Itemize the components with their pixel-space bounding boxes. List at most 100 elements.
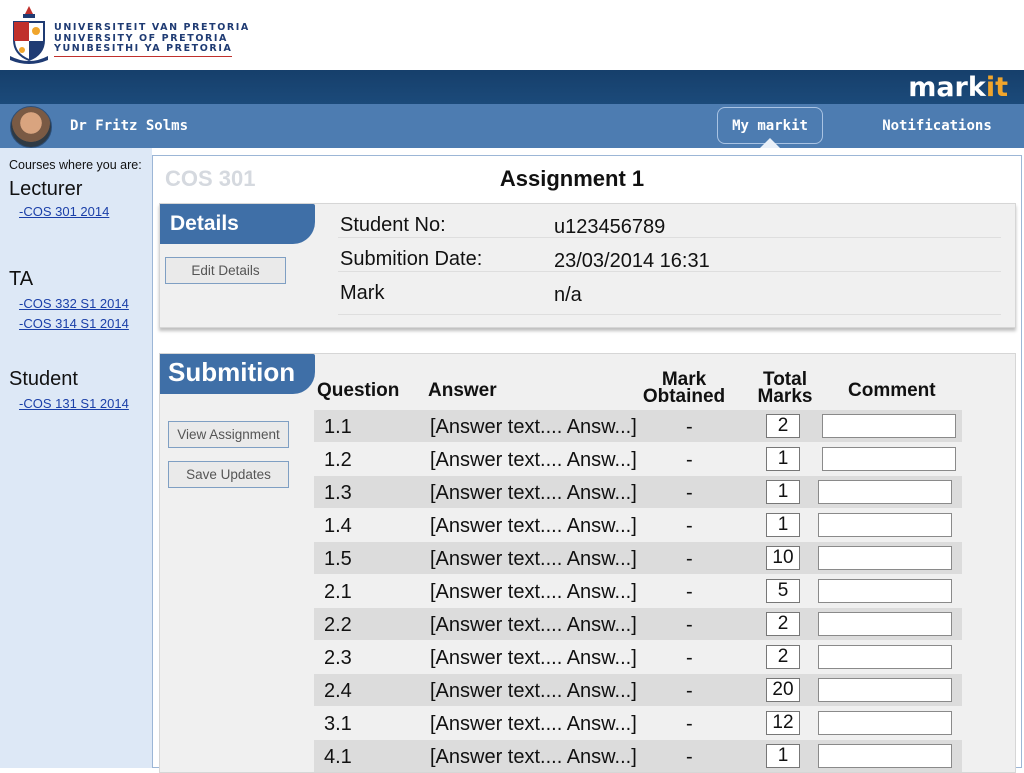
question-number: 2.4 xyxy=(324,680,352,702)
total-marks-field[interactable]: 1 xyxy=(766,480,800,504)
course-link-cos131[interactable]: -COS 131 S1 2014 xyxy=(19,396,129,411)
column-header-total-marks: Total Marks xyxy=(750,370,820,407)
mark-obtained: - xyxy=(686,581,693,603)
question-number: 2.3 xyxy=(324,647,352,669)
table-row: 2.3 [Answer text.... Answ...] - 2 xyxy=(314,641,962,673)
answer-text[interactable]: [Answer text.... Answ...] xyxy=(430,680,637,703)
mark-obtained: - xyxy=(686,482,693,504)
question-number: 4.1 xyxy=(324,746,352,768)
mark-obtained: - xyxy=(686,647,693,669)
submission-panel: Submition View Assignment Save Updates Q… xyxy=(159,353,1016,773)
table-row: 1.5 [Answer text.... Answ...] - 10 xyxy=(314,542,962,574)
detail-label: Student No: xyxy=(340,214,446,236)
user-name: Dr Fritz Solms xyxy=(70,118,189,134)
answer-text[interactable]: [Answer text.... Answ...] xyxy=(430,416,637,439)
comment-input[interactable] xyxy=(818,711,952,735)
mark-obtained: - xyxy=(686,614,693,636)
nav-notifications[interactable]: Notifications xyxy=(870,107,1004,144)
mark-obtained: - xyxy=(686,746,693,768)
edit-details-button[interactable]: Edit Details xyxy=(165,257,286,284)
mark-obtained: - xyxy=(686,713,693,735)
comment-input[interactable] xyxy=(818,513,952,537)
table-row: 1.1 [Answer text.... Answ...] - 2 xyxy=(314,410,962,442)
view-assignment-button[interactable]: View Assignment xyxy=(168,421,289,448)
column-header-total-line2: Marks xyxy=(757,386,813,407)
total-marks-field[interactable]: 1 xyxy=(766,744,800,768)
answer-text[interactable]: [Answer text.... Answ...] xyxy=(430,581,637,604)
total-marks-field[interactable]: 2 xyxy=(766,414,800,438)
answer-text[interactable]: [Answer text.... Answ...] xyxy=(430,614,637,637)
table-row: 2.1 [Answer text.... Answ...] - 5 xyxy=(314,575,962,607)
table-row: 1.4 [Answer text.... Answ...] - 1 xyxy=(314,509,962,541)
answer-text[interactable]: [Answer text.... Answ...] xyxy=(430,713,637,736)
total-marks-field[interactable]: 2 xyxy=(766,645,800,669)
question-number: 1.2 xyxy=(324,449,352,471)
save-updates-button[interactable]: Save Updates xyxy=(168,461,289,488)
answer-text[interactable]: [Answer text.... Answ...] xyxy=(430,746,637,769)
course-link-cos314[interactable]: -COS 314 S1 2014 xyxy=(19,316,129,331)
details-heading: Details xyxy=(160,204,315,244)
detail-row-student-no: Student No: u123456789 xyxy=(338,204,1001,238)
question-number: 2.1 xyxy=(324,581,352,603)
answer-text[interactable]: [Answer text.... Answ...] xyxy=(430,548,637,571)
role-heading-ta: TA xyxy=(9,268,34,290)
comment-input[interactable] xyxy=(818,612,952,636)
total-marks-field[interactable]: 20 xyxy=(766,678,800,702)
university-names: UNIVERSITEIT VAN PRETORIA UNIVERSITY OF … xyxy=(54,22,250,57)
column-header-question: Question xyxy=(317,380,400,401)
detail-label: Mark xyxy=(340,282,385,304)
course-link-cos332[interactable]: -COS 332 S1 2014 xyxy=(19,296,129,311)
comment-input[interactable] xyxy=(818,678,952,702)
role-heading-lecturer: Lecturer xyxy=(9,178,83,200)
total-marks-field[interactable]: 2 xyxy=(766,612,800,636)
total-marks-field[interactable]: 1 xyxy=(766,513,800,537)
comment-input[interactable] xyxy=(818,645,952,669)
question-number: 3.1 xyxy=(324,713,352,735)
answer-text[interactable]: [Answer text.... Answ...] xyxy=(430,449,637,472)
table-row: 1.3 [Answer text.... Answ...] - 1 xyxy=(314,476,962,508)
main-panel: COS 301 Assignment 1 Details Edit Detail… xyxy=(152,155,1022,773)
answer-text[interactable]: [Answer text.... Answ...] xyxy=(430,482,637,505)
column-header-mark-obtained: Mark Obtained xyxy=(634,370,734,407)
university-crest-icon xyxy=(10,6,48,64)
markit-logo: markit xyxy=(908,72,1008,103)
page-title: Assignment 1 xyxy=(499,166,645,191)
question-number: 1.4 xyxy=(324,515,352,537)
column-header-mark-line2: Obtained xyxy=(642,386,726,407)
table-row: 2.4 [Answer text.... Answ...] - 20 xyxy=(314,674,962,706)
question-number: 2.2 xyxy=(324,614,352,636)
total-marks-field[interactable]: 12 xyxy=(766,711,800,735)
sidebar-intro: Courses where you are: xyxy=(9,158,142,172)
table-row: 2.2 [Answer text.... Answ...] - 2 xyxy=(314,608,962,640)
total-marks-field[interactable]: 10 xyxy=(766,546,800,570)
nav-active-pointer xyxy=(760,138,780,148)
column-header-answer: Answer xyxy=(428,380,497,401)
comment-input[interactable] xyxy=(822,447,956,471)
answer-text[interactable]: [Answer text.... Answ...] xyxy=(430,515,637,538)
table-row: 1.2 [Answer text.... Answ...] - 1 xyxy=(314,443,962,475)
total-marks-field[interactable]: 5 xyxy=(766,579,800,603)
mark-obtained: - xyxy=(686,449,693,471)
user-bar: Dr Fritz Solms My markit Notifications xyxy=(0,104,1024,148)
avatar[interactable] xyxy=(10,106,52,148)
role-heading-student: Student xyxy=(9,368,78,390)
comment-input[interactable] xyxy=(818,744,952,768)
answer-text[interactable]: [Answer text.... Answ...] xyxy=(430,647,637,670)
mark-obtained: - xyxy=(686,515,693,537)
detail-label: Submition Date: xyxy=(340,248,483,270)
comment-input[interactable] xyxy=(818,579,952,603)
mark-obtained: - xyxy=(686,416,693,438)
detail-row-submition-date: Submition Date: 23/03/2014 16:31 xyxy=(338,238,1001,272)
comment-input[interactable] xyxy=(822,414,956,438)
column-header-comment: Comment xyxy=(848,380,936,401)
detail-value: u123456789 xyxy=(554,216,666,238)
sidebar: Courses where you are: Lecturer -COS 301… xyxy=(0,148,152,768)
question-number: 1.3 xyxy=(324,482,352,504)
brand-part-1: mark xyxy=(908,72,986,103)
brand-part-2: it xyxy=(985,72,1008,103)
total-marks-field[interactable]: 1 xyxy=(766,447,800,471)
comment-input[interactable] xyxy=(818,546,952,570)
university-name-sepedi: YUNIBESITHI YA PRETORIA xyxy=(54,43,233,57)
course-link-cos301[interactable]: -COS 301 2014 xyxy=(19,204,109,219)
comment-input[interactable] xyxy=(818,480,952,504)
